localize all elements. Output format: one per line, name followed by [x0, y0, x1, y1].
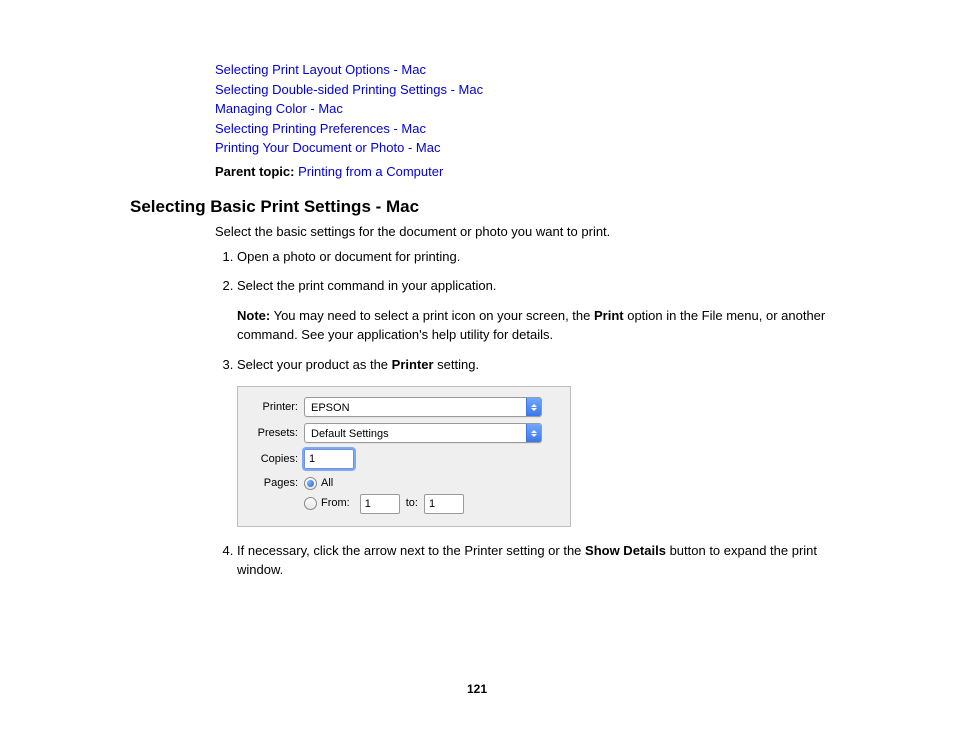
pages-all-radio[interactable]: All — [304, 475, 333, 492]
parent-topic: Parent topic: Printing from a Computer — [215, 164, 835, 179]
pages-all-label: All — [321, 475, 333, 492]
note-label: Note: — [237, 308, 270, 323]
pages-to-label: to: — [406, 495, 418, 512]
intro-text: Select the basic settings for the docume… — [215, 223, 835, 241]
step-3-text-a: Select your product as the — [237, 357, 392, 372]
printer-select-value: EPSON — [305, 398, 526, 416]
mac-print-dialog: Printer: EPSON Presets: Default Settings… — [237, 386, 571, 527]
step-4: If necessary, click the arrow next to th… — [237, 541, 835, 580]
parent-topic-label: Parent topic: — [215, 164, 294, 179]
step-1: Open a photo or document for printing. — [237, 247, 835, 267]
note-bold-print: Print — [594, 308, 624, 323]
steps-list: Open a photo or document for printing. S… — [215, 247, 835, 580]
pages-from-radio[interactable]: From: — [304, 495, 350, 512]
step-3-bold: Printer — [392, 357, 434, 372]
step-3: Select your product as the Printer setti… — [237, 355, 835, 527]
pages-label: Pages: — [244, 475, 298, 492]
presets-label: Presets: — [244, 425, 298, 442]
pages-from-input[interactable] — [360, 494, 400, 514]
step-2-text: Select the print command in your applica… — [237, 278, 496, 293]
printer-select[interactable]: EPSON — [304, 397, 542, 417]
parent-topic-link[interactable]: Printing from a Computer — [298, 164, 443, 179]
copies-input[interactable] — [304, 449, 354, 469]
link-managing-color[interactable]: Managing Color - Mac — [215, 99, 835, 119]
link-print-layout[interactable]: Selecting Print Layout Options - Mac — [215, 60, 835, 80]
presets-select-value: Default Settings — [305, 424, 526, 442]
step-2: Select the print command in your applica… — [237, 276, 835, 345]
printer-label: Printer: — [244, 399, 298, 416]
section-heading: Selecting Basic Print Settings - Mac — [130, 197, 954, 217]
step-3-text-b: setting. — [434, 357, 480, 372]
link-printing-preferences[interactable]: Selecting Printing Preferences - Mac — [215, 119, 835, 139]
step-4-bold: Show Details — [585, 543, 666, 558]
dropdown-stepper-icon — [526, 398, 541, 416]
copies-label: Copies: — [244, 451, 298, 468]
note-text-1: You may need to select a print icon on y… — [270, 308, 594, 323]
presets-select[interactable]: Default Settings — [304, 423, 542, 443]
note-block: Note: You may need to select a print ico… — [237, 306, 835, 345]
pages-from-label: From: — [321, 495, 350, 512]
step-4-text-a: If necessary, click the arrow next to th… — [237, 543, 585, 558]
link-printing-document[interactable]: Printing Your Document or Photo - Mac — [215, 138, 835, 158]
dropdown-stepper-icon — [526, 424, 541, 442]
related-links-block: Selecting Print Layout Options - Mac Sel… — [215, 60, 835, 179]
link-double-sided[interactable]: Selecting Double-sided Printing Settings… — [215, 80, 835, 100]
page-number: 121 — [0, 682, 954, 696]
pages-to-input[interactable] — [424, 494, 464, 514]
